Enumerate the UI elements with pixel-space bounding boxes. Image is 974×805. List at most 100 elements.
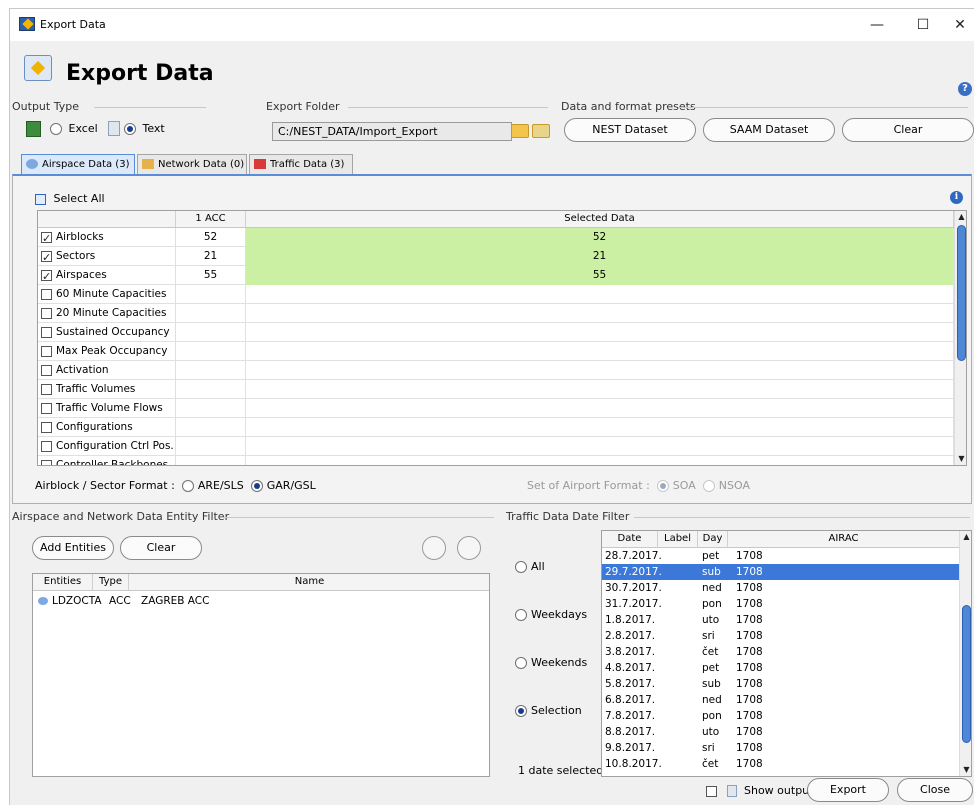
tab-network-data[interactable]: Network Data (0): [137, 154, 247, 174]
row-name-cell[interactable]: Configuration Ctrl Pos.: [38, 437, 176, 456]
row-checkbox[interactable]: [41, 364, 52, 376]
row-checkbox[interactable]: [41, 307, 52, 319]
table-row[interactable]: 29.7.2017. sub 1708: [602, 564, 959, 580]
table-row[interactable]: 60 Minute Capacities: [38, 285, 954, 304]
date-filter-option-weekdays[interactable]: Weekdays: [515, 608, 587, 621]
scroll-thumb[interactable]: [962, 605, 971, 743]
select-all-checkbox[interactable]: [35, 193, 46, 205]
table-row[interactable]: 8.8.2017. uto 1708: [602, 724, 959, 740]
help-icon[interactable]: ?: [958, 82, 972, 96]
row-checkbox[interactable]: [41, 421, 52, 433]
row-name-cell[interactable]: Traffic Volume Flows: [38, 399, 176, 418]
table-row[interactable]: Airblocks5252: [38, 228, 954, 247]
show-output-checkbox[interactable]: [706, 785, 717, 797]
row-checkbox[interactable]: [41, 383, 52, 395]
table-row[interactable]: Sustained Occupancy: [38, 323, 954, 342]
date-filter-radio[interactable]: [515, 705, 527, 717]
table-row[interactable]: 5.8.2017. sub 1708: [602, 676, 959, 692]
row-name-cell[interactable]: Configurations: [38, 418, 176, 437]
row-checkbox[interactable]: [41, 440, 52, 452]
table-row[interactable]: LDZOCTA ACC ZAGREB ACC: [33, 593, 489, 609]
table-row[interactable]: 1.8.2017. uto 1708: [602, 612, 959, 628]
table-row[interactable]: 28.7.2017. pet 1708: [602, 548, 959, 564]
table-row[interactable]: 30.7.2017. ned 1708: [602, 580, 959, 596]
output-text-option[interactable]: Text: [124, 122, 165, 135]
airspace-table-scrollbar[interactable]: ▲ ▼: [954, 211, 966, 465]
folder-icon[interactable]: [511, 124, 529, 138]
row-name-cell[interactable]: 20 Minute Capacities: [38, 304, 176, 323]
row-checkbox[interactable]: [41, 345, 52, 357]
table-row[interactable]: 6.8.2017. ned 1708: [602, 692, 959, 708]
date-filter-option-all[interactable]: All: [515, 560, 545, 573]
minimize-button[interactable]: —: [862, 15, 892, 35]
date-table-scrollbar[interactable]: ▲ ▼: [959, 531, 971, 776]
row-checkbox[interactable]: [41, 402, 52, 414]
table-row[interactable]: 3.8.2017. čet 1708: [602, 644, 959, 660]
table-row[interactable]: 7.8.2017. pon 1708: [602, 708, 959, 724]
tab-traffic-data[interactable]: Traffic Data (3): [249, 154, 353, 174]
row-name-cell[interactable]: Sectors: [38, 247, 176, 266]
row-checkbox[interactable]: [41, 230, 52, 247]
row-name-cell[interactable]: Traffic Volumes: [38, 380, 176, 399]
date-filter-radio[interactable]: [515, 609, 527, 621]
date-filter-option-selection[interactable]: Selection: [515, 704, 582, 717]
text-radio[interactable]: [124, 123, 136, 135]
gar-gsl-radio[interactable]: [251, 480, 264, 492]
saam-dataset-button[interactable]: SAAM Dataset: [703, 118, 835, 142]
row-name-cell[interactable]: Airspaces: [38, 266, 176, 285]
row-checkbox[interactable]: [41, 288, 52, 300]
table-row[interactable]: Traffic Volumes: [38, 380, 954, 399]
scroll-thumb[interactable]: [957, 225, 966, 361]
scroll-down-arrow[interactable]: ▼: [960, 764, 971, 776]
table-row[interactable]: 4.8.2017. pet 1708: [602, 660, 959, 676]
info-icon[interactable]: i: [950, 191, 963, 204]
table-row[interactable]: 20 Minute Capacities: [38, 304, 954, 323]
output-excel-option[interactable]: Excel: [50, 122, 98, 135]
folder-search-icon[interactable]: [532, 124, 550, 138]
are-sls-radio[interactable]: [182, 480, 195, 492]
excel-radio[interactable]: [50, 123, 62, 135]
date-filter-radio[interactable]: [515, 657, 527, 669]
date-filter-option-weekends[interactable]: Weekends: [515, 656, 587, 669]
clear-entities-button[interactable]: Clear: [120, 536, 202, 560]
table-row[interactable]: Configurations: [38, 418, 954, 437]
scroll-up-arrow[interactable]: ▲: [960, 531, 971, 543]
scroll-up-arrow[interactable]: ▲: [955, 211, 966, 223]
tab-airspace-data[interactable]: Airspace Data (3): [21, 154, 135, 174]
row-checkbox[interactable]: [41, 268, 52, 285]
table-row[interactable]: 2.8.2017. sri 1708: [602, 628, 959, 644]
nest-dataset-button[interactable]: NEST Dataset: [564, 118, 696, 142]
row-name-cell[interactable]: Max Peak Occupancy: [38, 342, 176, 361]
row-name-cell[interactable]: 60 Minute Capacities: [38, 285, 176, 304]
table-row[interactable]: 10.8.2017. čet 1708: [602, 756, 959, 772]
row-checkbox[interactable]: [41, 459, 52, 465]
row-checkbox[interactable]: [41, 326, 52, 338]
close-window-button[interactable]: ✕: [945, 15, 974, 35]
row-name-cell[interactable]: Sustained Occupancy: [38, 323, 176, 342]
row-checkbox[interactable]: [41, 249, 52, 266]
export-button[interactable]: Export: [807, 778, 889, 802]
maximize-button[interactable]: ☐: [908, 15, 938, 35]
table-row[interactable]: Traffic Volume Flows: [38, 399, 954, 418]
table-row[interactable]: Activation: [38, 361, 954, 380]
save-icon[interactable]: [422, 536, 446, 560]
row-name-cell[interactable]: Controller Backbones: [38, 456, 176, 465]
table-row[interactable]: Controller Backbones: [38, 456, 954, 465]
export-folder-field[interactable]: C:/NEST_DATA/Import_Export: [272, 122, 512, 141]
row-name-cell[interactable]: Activation: [38, 361, 176, 380]
row-name-cell[interactable]: Airblocks: [38, 228, 176, 247]
open-folder-icon[interactable]: [457, 536, 481, 560]
table-row[interactable]: Airspaces5555: [38, 266, 954, 285]
select-all[interactable]: Select All: [35, 192, 105, 205]
add-entities-button[interactable]: Add Entities: [32, 536, 114, 560]
table-row[interactable]: 9.8.2017. sri 1708: [602, 740, 959, 756]
close-button[interactable]: Close: [897, 778, 973, 802]
table-row[interactable]: Max Peak Occupancy: [38, 342, 954, 361]
date-filter-radio[interactable]: [515, 561, 527, 573]
scroll-down-arrow[interactable]: ▼: [955, 453, 966, 465]
table-row[interactable]: 31.7.2017. pon 1708: [602, 596, 959, 612]
show-output[interactable]: Show output: [706, 784, 813, 797]
table-row[interactable]: Configuration Ctrl Pos.: [38, 437, 954, 456]
table-row[interactable]: Sectors2121: [38, 247, 954, 266]
clear-presets-button[interactable]: Clear: [842, 118, 974, 142]
